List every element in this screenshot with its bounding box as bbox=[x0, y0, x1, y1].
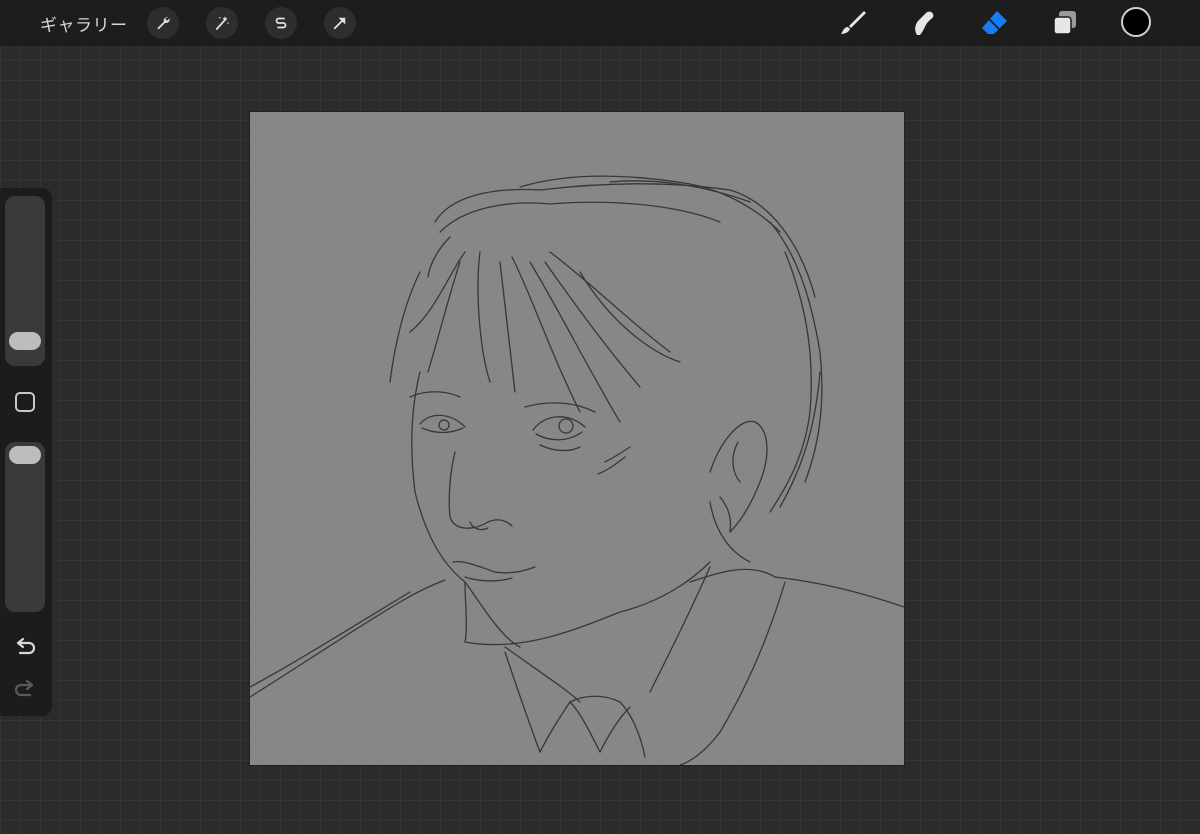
selection-s-icon bbox=[275, 17, 287, 29]
adjustments-button[interactable] bbox=[206, 7, 238, 39]
sketch-artwork bbox=[250, 175, 904, 765]
transform-button[interactable] bbox=[324, 7, 356, 39]
wrench-icon bbox=[157, 16, 170, 30]
top-toolbar: ギャラリー bbox=[0, 0, 1200, 46]
gallery-button[interactable]: ギャラリー bbox=[40, 11, 128, 36]
brush-size-slider[interactable] bbox=[5, 196, 45, 366]
magic-wand-icon bbox=[215, 16, 229, 30]
drawing-canvas[interactable] bbox=[250, 112, 904, 765]
color-picker-button[interactable] bbox=[1121, 7, 1151, 37]
selection-button[interactable] bbox=[265, 7, 297, 39]
smudge-icon bbox=[915, 11, 934, 35]
eraser-tool-button[interactable] bbox=[977, 6, 1011, 40]
redo-icon[interactable] bbox=[12, 676, 38, 702]
opacity-knob[interactable] bbox=[9, 446, 41, 464]
layers-button[interactable] bbox=[1048, 6, 1082, 40]
transform-arrow-icon bbox=[333, 17, 346, 30]
left-sidebar bbox=[0, 188, 52, 716]
modify-button[interactable] bbox=[15, 392, 35, 412]
eraser-icon bbox=[982, 11, 1007, 34]
actions-button[interactable] bbox=[147, 7, 179, 39]
opacity-slider[interactable] bbox=[5, 442, 45, 612]
smudge-tool-button[interactable] bbox=[906, 6, 940, 40]
brush-tool-button[interactable] bbox=[835, 6, 869, 40]
layers-icon bbox=[1053, 11, 1076, 35]
undo-icon[interactable] bbox=[12, 634, 38, 660]
brush-size-knob[interactable] bbox=[9, 332, 41, 350]
brush-icon bbox=[841, 11, 866, 34]
